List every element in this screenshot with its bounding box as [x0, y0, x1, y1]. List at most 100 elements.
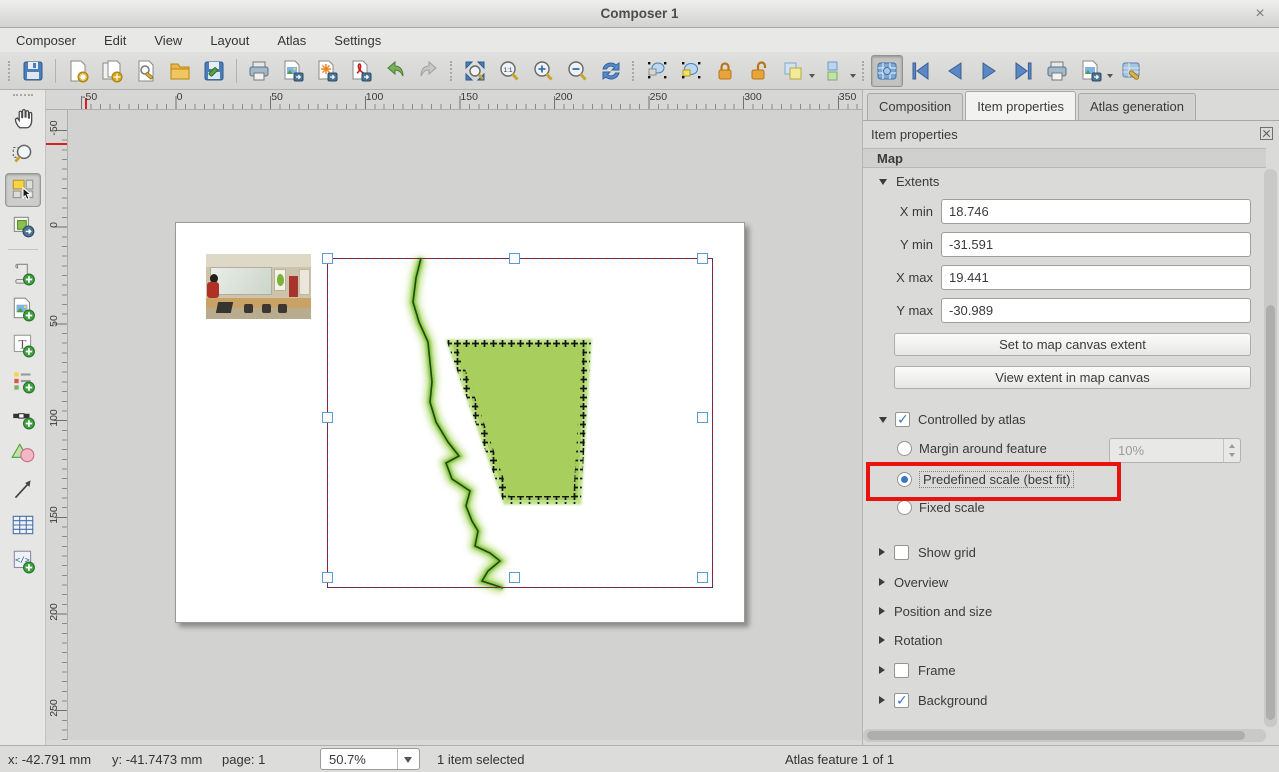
atlas-previous-feature-button[interactable] — [939, 55, 971, 87]
add-label-button[interactable]: T — [5, 328, 41, 362]
atlas-settings-button[interactable] — [1116, 55, 1148, 87]
duplicate-composition-button[interactable] — [96, 55, 128, 87]
atlas-next-feature-button[interactable] — [973, 55, 1005, 87]
menu-view[interactable]: View — [144, 30, 192, 51]
properties-scroll-area: Extents X min 18.746 Y min -31.591 X max… — [863, 169, 1266, 727]
print-atlas-button[interactable] — [1041, 55, 1073, 87]
menu-settings[interactable]: Settings — [324, 30, 391, 51]
new-composition-button[interactable] — [62, 55, 94, 87]
undo-button[interactable] — [379, 55, 411, 87]
margin-spinbox[interactable]: 10% — [1109, 438, 1241, 463]
background-checkbox[interactable] — [894, 693, 909, 708]
resize-handle-bottom-right[interactable] — [697, 572, 708, 583]
frame-checkbox[interactable] — [894, 663, 909, 678]
print-button[interactable] — [243, 55, 275, 87]
pan-tool-button[interactable] — [5, 101, 41, 135]
resize-handle-top-center[interactable] — [509, 253, 520, 264]
section-background[interactable]: Background — [879, 691, 987, 709]
resize-handle-middle-right[interactable] — [697, 412, 708, 423]
toolbar-drag-handle[interactable] — [8, 61, 12, 81]
panel-horizontal-scrollbar[interactable] — [863, 729, 1266, 742]
toolbar-drag-handle[interactable] — [862, 61, 866, 81]
section-rotation[interactable]: Rotation — [879, 631, 942, 649]
add-scalebar-button[interactable] — [5, 400, 41, 434]
export-atlas-button[interactable] — [1075, 55, 1107, 87]
save-button[interactable] — [17, 55, 49, 87]
raise-items-button[interactable] — [777, 55, 809, 87]
margin-around-feature-radio[interactable] — [897, 441, 912, 456]
resize-handle-top-right[interactable] — [697, 253, 708, 264]
refresh-view-button[interactable] — [595, 55, 627, 87]
resize-handle-bottom-left[interactable] — [322, 572, 333, 583]
section-position-and-size[interactable]: Position and size — [879, 602, 992, 620]
fixed-scale-radio[interactable] — [897, 500, 912, 515]
open-button[interactable] — [164, 55, 196, 87]
combo-dropdown-icon[interactable] — [397, 749, 419, 769]
section-frame[interactable]: Frame — [879, 661, 956, 679]
add-arrow-button[interactable] — [5, 472, 41, 506]
toolbar-drag-handle[interactable] — [632, 61, 636, 81]
zoom-full-button[interactable] — [459, 55, 491, 87]
close-icon[interactable]: × — [1251, 5, 1269, 23]
lock-items-button[interactable] — [709, 55, 741, 87]
resize-handle-middle-left[interactable] — [322, 412, 333, 423]
composition-manager-button[interactable] — [130, 55, 162, 87]
save-as-button[interactable] — [198, 55, 230, 87]
toolbar-drag-handle[interactable] — [450, 61, 454, 81]
atlas-last-feature-button[interactable] — [1007, 55, 1039, 87]
tab-atlas-generation[interactable]: Atlas generation — [1078, 93, 1196, 120]
select-move-item-tool-button[interactable] — [5, 173, 41, 207]
move-item-content-tool-button[interactable] — [5, 209, 41, 243]
export-pdf-button[interactable] — [345, 55, 377, 87]
zoom-tool-button[interactable] — [5, 137, 41, 171]
tab-item-properties[interactable]: Item properties — [965, 91, 1076, 120]
composition-canvas[interactable] — [68, 110, 862, 740]
zoom-actual-button[interactable]: 1:1 — [493, 55, 525, 87]
xmax-input[interactable]: 19.441 — [941, 265, 1251, 290]
add-legend-button[interactable] — [5, 364, 41, 398]
extents-group-header[interactable]: Extents — [879, 174, 939, 189]
panel-vertical-scrollbar[interactable] — [1264, 169, 1277, 727]
export-svg-button[interactable] — [311, 55, 343, 87]
resize-handle-top-left[interactable] — [322, 253, 333, 264]
ymax-input[interactable]: -30.989 — [941, 298, 1251, 323]
tab-composition[interactable]: Composition — [867, 93, 963, 120]
section-show-grid[interactable]: Show grid — [879, 543, 976, 561]
atlas-first-feature-button[interactable] — [905, 55, 937, 87]
map-item-selected[interactable] — [327, 258, 713, 588]
scrollbar-thumb[interactable] — [1266, 305, 1275, 720]
resize-handle-bottom-center[interactable] — [509, 572, 520, 583]
zoom-in-button[interactable] — [527, 55, 559, 87]
move-item-content-button[interactable] — [675, 55, 707, 87]
menu-layout[interactable]: Layout — [200, 30, 259, 51]
view-extent-in-map-canvas-button[interactable]: View extent in map canvas — [894, 366, 1251, 389]
menu-edit[interactable]: Edit — [94, 30, 136, 51]
add-image-button[interactable] — [5, 292, 41, 326]
section-overview[interactable]: Overview — [879, 573, 948, 591]
add-shape-button[interactable] — [5, 436, 41, 470]
scrollbar-thumb[interactable] — [867, 731, 1245, 740]
picture-item[interactable] — [206, 254, 311, 319]
xmin-input[interactable]: 18.746 — [941, 199, 1251, 224]
redo-button[interactable] — [413, 55, 445, 87]
atlas-preview-button[interactable] — [871, 55, 903, 87]
dock-close-icon[interactable] — [1260, 127, 1273, 140]
controlled-by-atlas-checkbox[interactable] — [895, 412, 910, 427]
export-image-button[interactable] — [277, 55, 309, 87]
set-to-map-canvas-extent-button[interactable]: Set to map canvas extent — [894, 333, 1251, 356]
toolbar-drag-handle[interactable] — [13, 94, 33, 98]
menu-composer[interactable]: Composer — [6, 30, 86, 51]
spin-arrows[interactable] — [1223, 439, 1240, 462]
menu-atlas[interactable]: Atlas — [267, 30, 316, 51]
controlled-by-atlas-header[interactable]: Controlled by atlas — [879, 412, 1026, 427]
show-grid-checkbox[interactable] — [894, 545, 909, 560]
add-html-button[interactable]: </> — [5, 544, 41, 578]
zoom-out-button[interactable] — [561, 55, 593, 87]
zoom-level-combobox[interactable]: 50.7% — [320, 748, 420, 770]
select-move-item-button[interactable] — [641, 55, 673, 87]
ymin-input[interactable]: -31.591 — [941, 232, 1251, 257]
add-attribute-table-button[interactable] — [5, 508, 41, 542]
add-new-page-button[interactable] — [5, 256, 41, 290]
unlock-items-button[interactable] — [743, 55, 775, 87]
align-items-button[interactable] — [818, 55, 850, 87]
